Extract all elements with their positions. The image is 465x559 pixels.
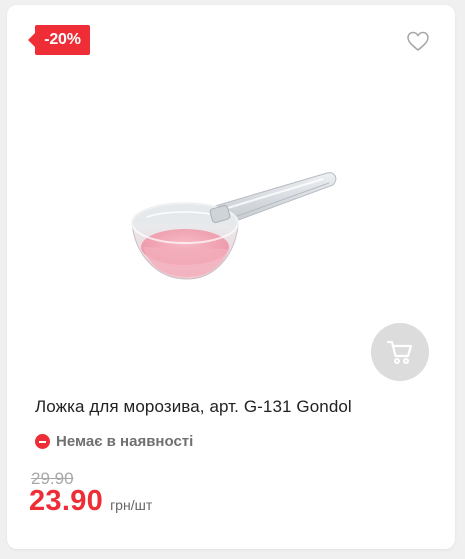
stock-status-label: Немає в наявності (56, 433, 194, 450)
discount-badge: -20% (28, 25, 90, 55)
heart-outline-icon (407, 31, 429, 51)
add-to-cart-button[interactable] (371, 323, 429, 381)
product-card[interactable]: -20% Ложка для морозива, арт. G-131 Gond… (7, 5, 455, 549)
price-row: 23.90 грн/шт (29, 485, 152, 518)
minus-circle-icon (35, 434, 50, 449)
current-price: 23.90 (29, 485, 104, 517)
favorite-button[interactable] (405, 29, 431, 53)
stock-status: Немає в наявності (35, 433, 193, 450)
product-title[interactable]: Ложка для морозива, арт. G-131 Gondol (35, 397, 445, 417)
price-unit: грн/шт (110, 497, 153, 513)
cart-icon (386, 340, 413, 364)
product-image[interactable] (117, 155, 347, 305)
